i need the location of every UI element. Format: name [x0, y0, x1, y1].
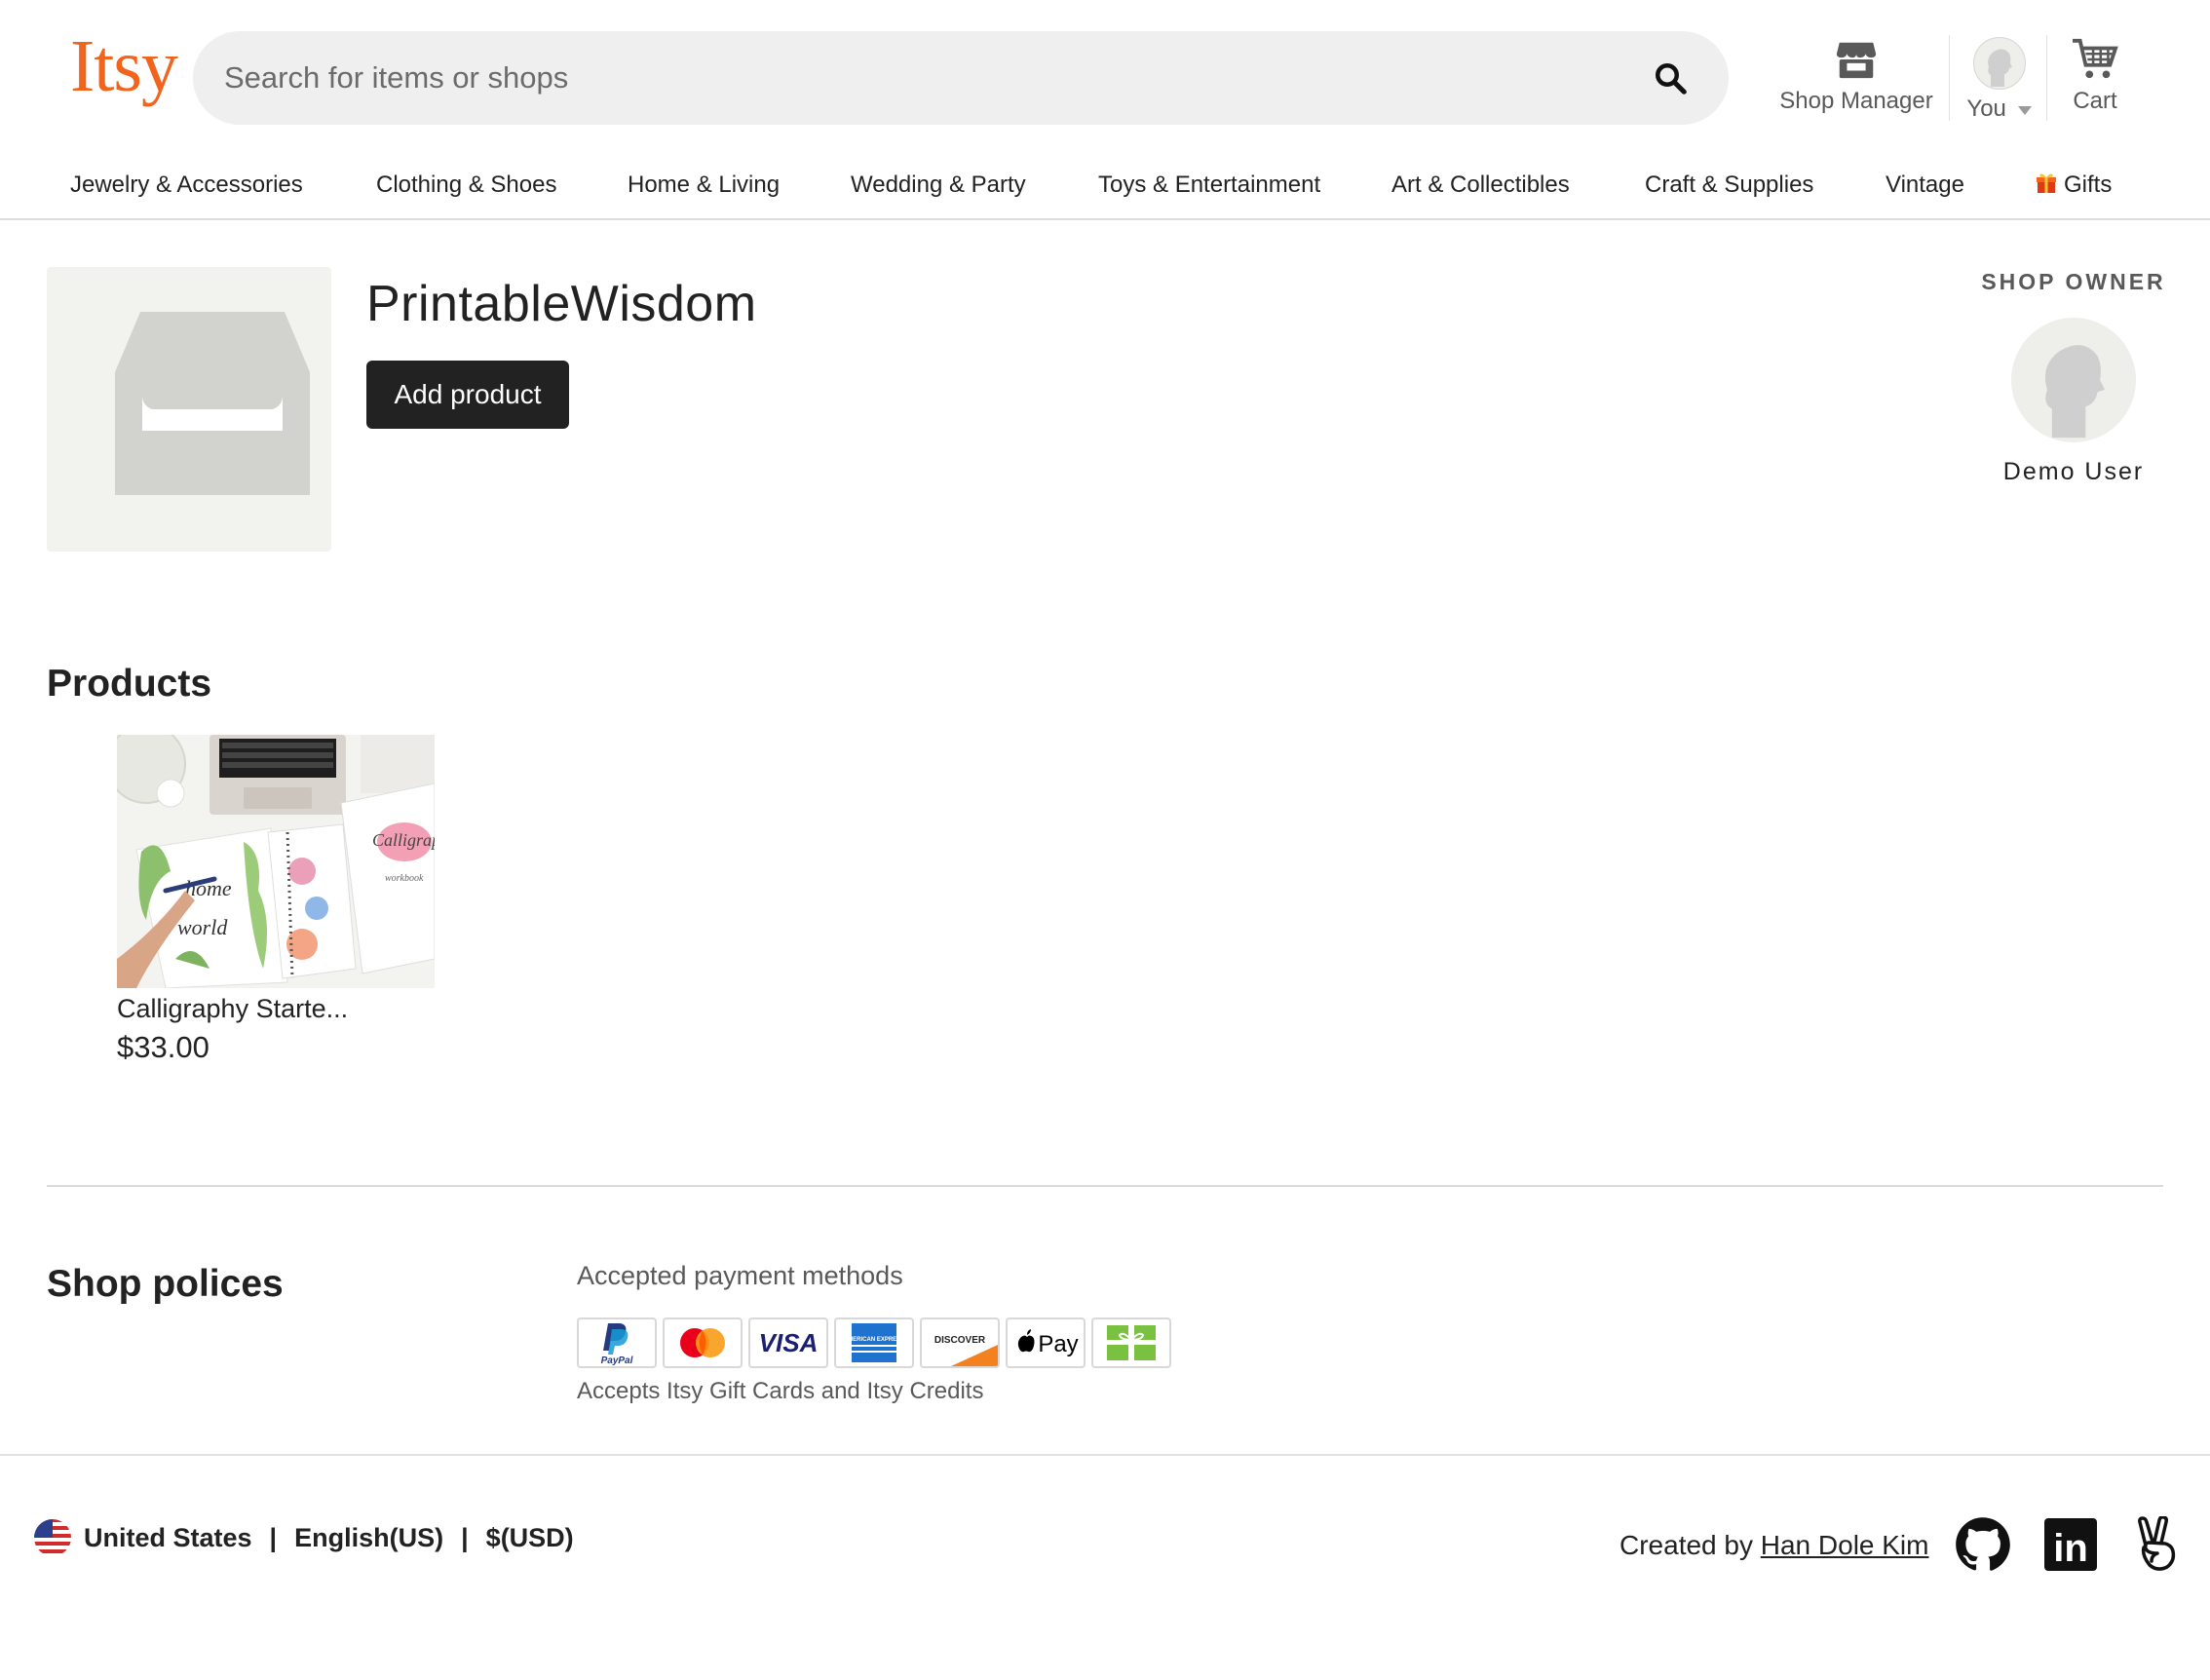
shop-manager-button[interactable]: Shop Manager [1772, 37, 1941, 115]
add-product-button[interactable]: Add product [366, 361, 569, 429]
payment-methods-list: PayPal VISA AMERICAN EXPRESS DISCOVER Pa… [577, 1317, 1171, 1368]
user-silhouette-icon [1988, 49, 2012, 87]
section-divider [47, 1185, 2163, 1187]
github-icon [1956, 1517, 2010, 1571]
cart-label: Cart [2073, 88, 2117, 114]
gift-card-note: Accepts Itsy Gift Cards and Itsy Credits [577, 1378, 984, 1404]
svg-text:DISCOVER: DISCOVER [934, 1335, 986, 1346]
svg-text:Calligraphy: Calligraphy [372, 830, 435, 850]
locale-settings-button[interactable]: United States | English(US) | $(USD) [33, 1518, 574, 1557]
products-heading: Products [47, 663, 212, 705]
owner-name[interactable]: Demo User [1949, 458, 2198, 486]
caret-down-icon [2017, 106, 2032, 115]
us-flag-icon [34, 1519, 71, 1556]
locale-separator: | [269, 1522, 278, 1552]
angellist-victory-hand-icon [2138, 1515, 2176, 1571]
category-nav: Jewelry & Accessories Clothing & Shoes H… [0, 166, 2210, 220]
footer-divider [0, 1454, 2210, 1456]
discover-icon: DISCOVER [920, 1317, 1000, 1368]
shop-manager-label: Shop Manager [1779, 88, 1933, 114]
language-label: English(US) [294, 1522, 444, 1552]
payment-methods-heading: Accepted payment methods [577, 1261, 903, 1290]
user-silhouette-icon [2044, 345, 2105, 439]
you-label-row: You [1966, 95, 2032, 123]
paypal-icon: PayPal [577, 1317, 657, 1368]
credit-text: Created by Han Dole Kim [1619, 1530, 1928, 1561]
svg-text:workbook: workbook [385, 873, 424, 884]
shop-icon [1836, 42, 1877, 79]
header-separator [1949, 35, 1950, 121]
owner-avatar[interactable] [2011, 318, 2136, 442]
product-price: $33.00 [117, 1030, 210, 1064]
github-link[interactable] [1955, 1516, 2011, 1573]
linkedin-icon: in [2044, 1518, 2097, 1571]
search-button[interactable] [1641, 49, 1699, 107]
search-icon [1656, 63, 1687, 95]
svg-text:Pay: Pay [1038, 1331, 1078, 1357]
cart-icon [2073, 38, 2118, 79]
nav-toys-entertainment[interactable]: Toys & Entertainment [1098, 172, 1320, 199]
created-by-label: Created by [1619, 1530, 1753, 1560]
angellist-link[interactable] [2130, 1515, 2187, 1573]
gift-icon [2037, 173, 2056, 193]
product-title[interactable]: Calligraphy Starte... [117, 994, 435, 1024]
nav-jewelry-accessories[interactable]: Jewelry & Accessories [70, 172, 303, 199]
mastercard-icon [663, 1317, 743, 1368]
svg-text:in: in [2053, 1527, 2088, 1570]
apple-pay-icon: Pay [1006, 1317, 1086, 1368]
visa-icon: VISA [748, 1317, 828, 1368]
shop-name: PrintableWisdom [366, 276, 757, 332]
svg-text:world: world [177, 915, 228, 939]
nav-clothing-shoes[interactable]: Clothing & Shoes [376, 172, 556, 199]
country-label: United States [84, 1522, 252, 1552]
shop-policies-heading: Shop polices [47, 1263, 284, 1305]
you-label: You [1966, 95, 2006, 122]
user-avatar [1973, 37, 2026, 90]
svg-text:AMERICAN EXPRESS: AMERICAN EXPRESS [844, 1337, 904, 1343]
currency-label: $(USD) [485, 1522, 574, 1552]
nav-home-living[interactable]: Home & Living [628, 172, 780, 199]
gift-card-icon [1091, 1317, 1171, 1368]
nav-gifts-label: Gifts [2064, 172, 2113, 198]
header-separator [2046, 35, 2047, 121]
locale-separator: | [461, 1522, 469, 1552]
svg-text:PayPal: PayPal [601, 1355, 633, 1366]
nav-vintage[interactable]: Vintage [1886, 172, 1964, 199]
search-input[interactable] [222, 59, 1641, 96]
you-menu-button[interactable]: You [1964, 37, 2035, 123]
nav-gifts[interactable]: Gifts [2035, 172, 2112, 199]
product-card[interactable]: home world Calligraphy workbook Calligra… [117, 735, 435, 1065]
nav-craft-supplies[interactable]: Craft & Supplies [1645, 172, 1813, 199]
storefront-icon [115, 312, 310, 495]
author-link[interactable]: Han Dole Kim [1761, 1530, 1929, 1560]
linkedin-link[interactable]: in [2042, 1516, 2099, 1573]
svg-text:VISA: VISA [759, 1328, 819, 1357]
product-image[interactable]: home world Calligraphy workbook [117, 735, 435, 988]
cart-button[interactable]: Cart [2058, 37, 2132, 115]
amex-icon: AMERICAN EXPRESS [834, 1317, 914, 1368]
shop-icon-placeholder [47, 267, 331, 552]
shop-owner-title: SHOP OWNER [1981, 269, 2166, 294]
nav-art-collectibles[interactable]: Art & Collectibles [1391, 172, 1570, 199]
itsy-logo[interactable]: Itsy [70, 29, 178, 103]
nav-wedding-party[interactable]: Wedding & Party [851, 172, 1026, 199]
search-bar [193, 31, 1729, 125]
